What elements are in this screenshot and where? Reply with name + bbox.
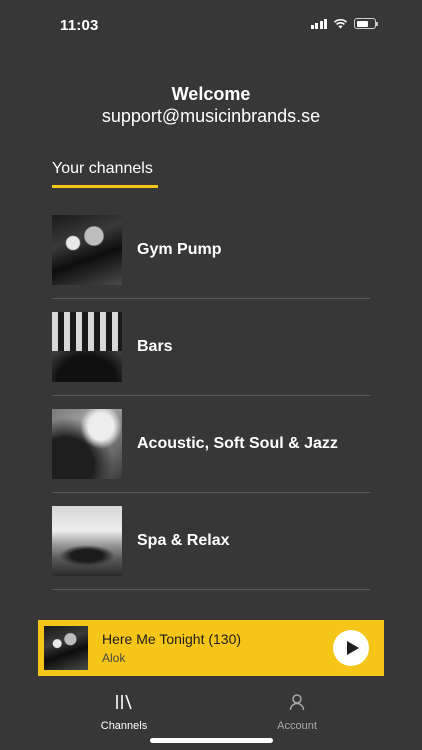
welcome-heading: Welcome xyxy=(171,84,251,104)
channel-item-spa-relax[interactable]: Spa & Relax xyxy=(52,493,370,590)
wifi-icon xyxy=(333,18,348,29)
account-email: support@musicinbrands.se xyxy=(101,106,321,126)
channel-name: Gym Pump xyxy=(137,241,222,258)
tab-channels[interactable]: Channels xyxy=(64,692,184,732)
channel-name: Acoustic, Soft Soul & Jazz xyxy=(137,435,338,452)
play-button[interactable] xyxy=(333,630,369,666)
channel-thumbnail xyxy=(52,409,122,479)
channel-name: Spa & Relax xyxy=(137,532,230,549)
channel-thumbnail xyxy=(52,312,122,382)
channel-item-bars[interactable]: Bars xyxy=(52,299,370,396)
channel-thumbnail xyxy=(52,506,122,576)
tab-label: Channels xyxy=(100,720,148,732)
status-bar: 11:03 xyxy=(0,0,422,50)
status-icons xyxy=(310,18,378,29)
channel-list: Gym Pump Bars Acoustic, Soft Soul & Jazz… xyxy=(52,202,370,590)
mini-player[interactable]: Here Me Tonight (130) Alok xyxy=(38,620,384,676)
section-underline xyxy=(52,185,158,188)
person-icon xyxy=(289,694,305,711)
now-playing-info: Here Me Tonight (130) Alok xyxy=(102,631,333,665)
tab-label: Account xyxy=(277,720,317,732)
status-time: 11:03 xyxy=(60,17,99,34)
home-indicator xyxy=(150,738,273,743)
channel-item-gym-pump[interactable]: Gym Pump xyxy=(52,202,370,299)
channel-name: Bars xyxy=(137,338,173,355)
track-artist: Alok xyxy=(102,651,126,665)
cellular-signal-icon xyxy=(310,18,327,29)
library-icon xyxy=(116,694,132,710)
now-playing-artwork xyxy=(44,626,88,670)
channel-thumbnail xyxy=(52,215,122,285)
channel-item-acoustic[interactable]: Acoustic, Soft Soul & Jazz xyxy=(52,396,370,493)
track-title: Here Me Tonight (130) xyxy=(102,631,242,647)
section-title: Your channels xyxy=(52,160,153,177)
battery-icon xyxy=(354,18,378,29)
tab-account[interactable]: Account xyxy=(237,692,357,732)
play-icon xyxy=(346,641,359,655)
